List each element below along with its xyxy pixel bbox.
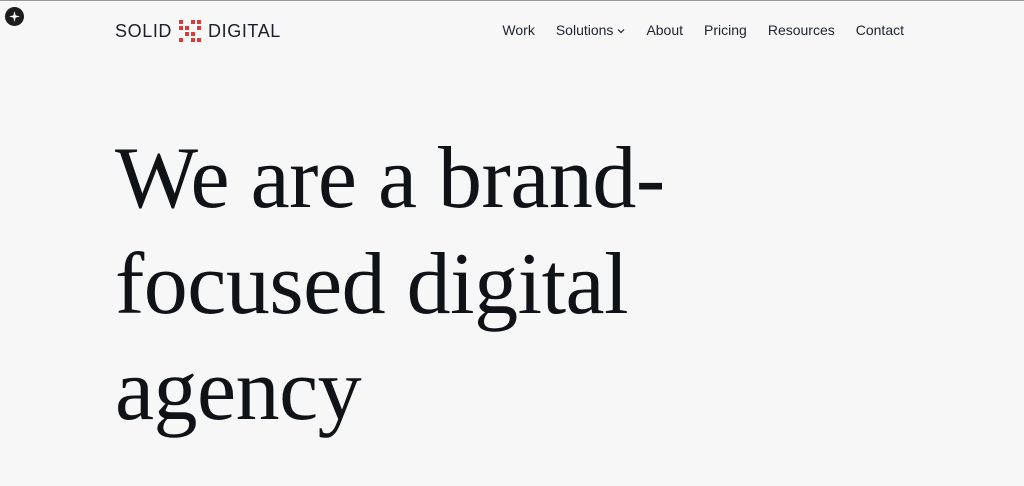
hero-heading-line: agency bbox=[115, 342, 362, 439]
site-logo[interactable]: SOLID DIGITAL bbox=[115, 19, 281, 43]
nav-item-label: Resources bbox=[767, 22, 835, 38]
logo-dot bbox=[185, 26, 190, 30]
logo-dot bbox=[185, 20, 189, 24]
hero-heading: We are a brand- focused digital agency bbox=[115, 126, 755, 444]
chevron-down-icon bbox=[618, 28, 625, 33]
nav-item-about[interactable]: About bbox=[646, 21, 683, 39]
nav-item-label: Work bbox=[502, 22, 535, 38]
nav-item-resources[interactable]: Resources bbox=[768, 21, 835, 39]
logo-dot bbox=[191, 38, 196, 42]
logo-word-right: DIGITAL bbox=[208, 21, 281, 41]
logo-dot bbox=[191, 32, 196, 36]
nav-item-label: About bbox=[646, 22, 684, 38]
logo-dot bbox=[197, 38, 202, 42]
sparkle-icon[interactable] bbox=[5, 7, 24, 26]
nav-item-label: Solutions bbox=[555, 22, 614, 38]
nav-item-label: Contact bbox=[855, 22, 904, 38]
nav-item-solutions[interactable]: Solutions bbox=[556, 21, 626, 39]
main-nav: Work Solutions About Pricing Resources C… bbox=[502, 21, 904, 39]
nav-item-label: Pricing bbox=[704, 22, 747, 38]
logo-dot bbox=[197, 20, 202, 24]
logo-dot bbox=[179, 32, 183, 36]
logo-dot bbox=[179, 26, 184, 30]
logo-dot bbox=[185, 38, 189, 42]
nav-item-work[interactable]: Work bbox=[502, 21, 534, 39]
logo-word-left: SOLID bbox=[115, 21, 173, 41]
logo-dot bbox=[185, 32, 190, 36]
top-border bbox=[0, 0, 1024, 1]
logo-dot bbox=[179, 38, 184, 42]
dot-grid-logo-icon bbox=[179, 20, 202, 42]
hero-heading-line: focused digital bbox=[115, 236, 629, 333]
nav-item-pricing[interactable]: Pricing bbox=[704, 21, 747, 39]
logo-dot bbox=[179, 20, 184, 24]
nav-item-contact[interactable]: Contact bbox=[856, 21, 904, 39]
hero-heading-line: We are a brand- bbox=[115, 130, 665, 227]
logo-dot bbox=[197, 26, 202, 30]
logo-dot bbox=[191, 26, 195, 30]
logo-dot bbox=[197, 32, 201, 36]
logo-dot bbox=[191, 20, 196, 24]
